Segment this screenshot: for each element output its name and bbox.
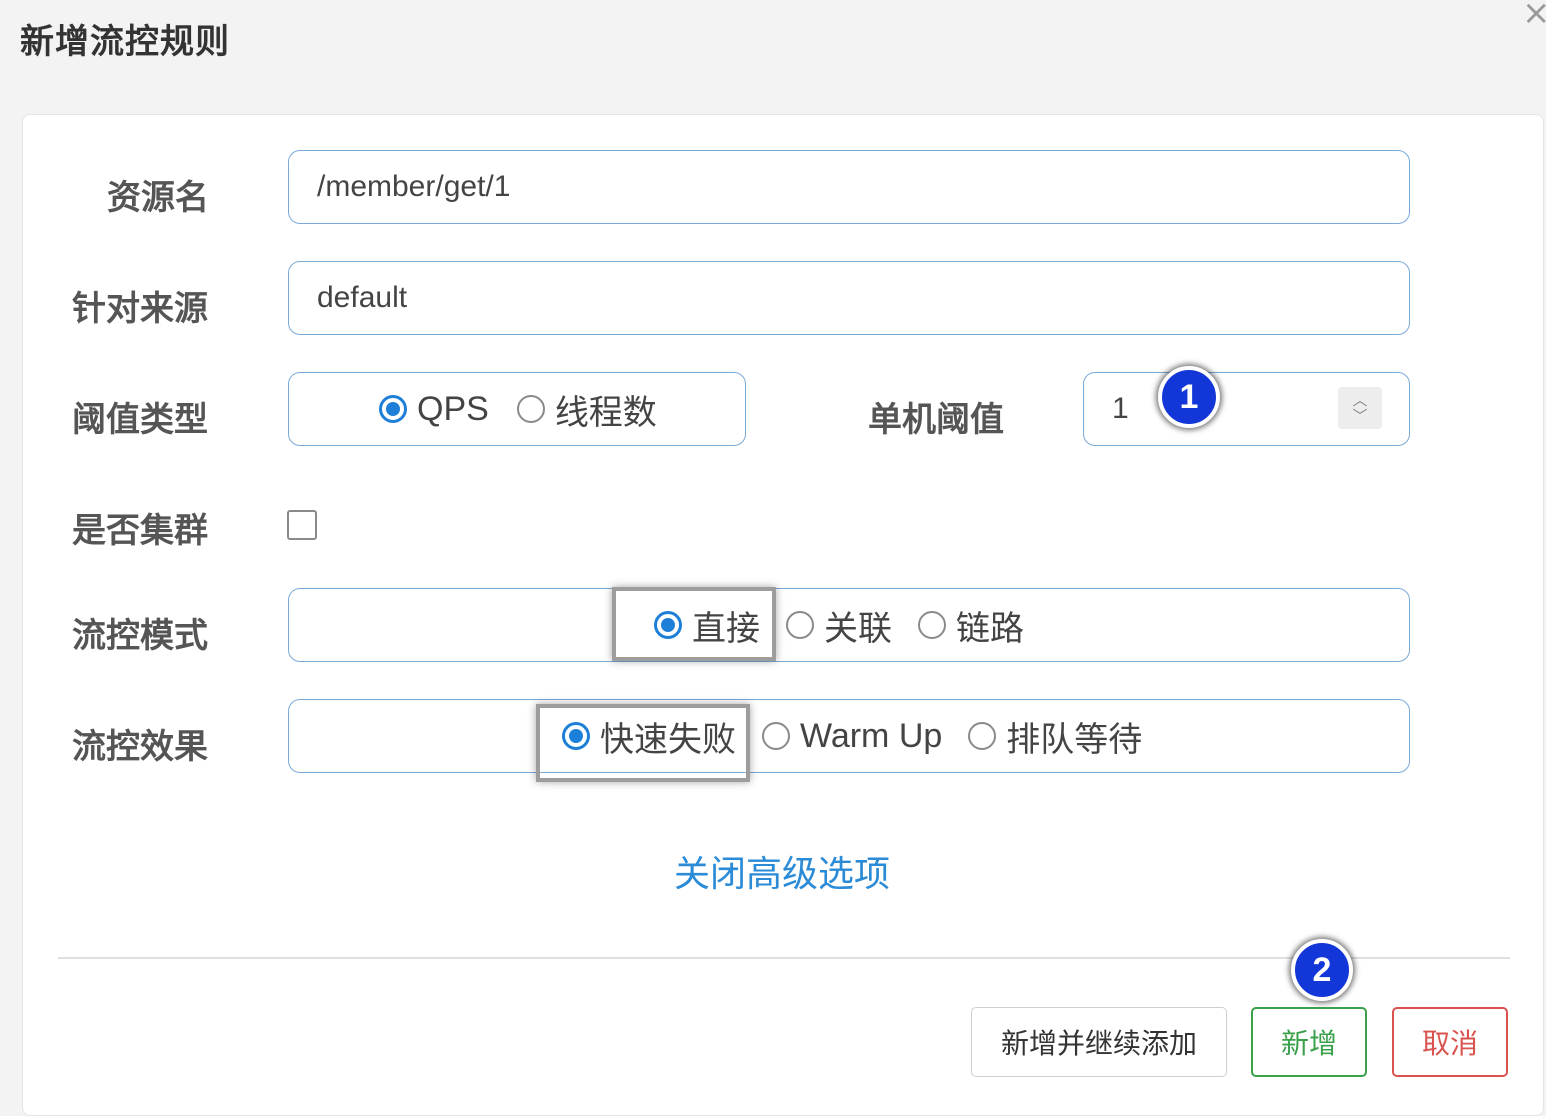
add-button[interactable]: 新增: [1251, 1007, 1367, 1077]
resource-input-value: /member/get/1: [317, 170, 511, 203]
radio-mode-direct-label: 直接: [692, 608, 760, 649]
threshold-type-label: 阈值类型: [72, 400, 208, 440]
radio-effect-queue-label: 排队等待: [1006, 719, 1143, 760]
radio-effect-warm-up-label: Warm Up: [800, 716, 943, 755]
radio-effect-queue-circle: [968, 722, 997, 750]
add-and-continue-button[interactable]: 新增并继续添加: [971, 1007, 1227, 1077]
radio-effect-fast-fail-circle: [562, 722, 590, 750]
resource-label: 资源名: [107, 178, 209, 218]
radio-thread-count[interactable]: 线程数: [516, 385, 657, 434]
origin-label: 针对来源: [72, 289, 208, 329]
radio-effect-warm-up[interactable]: Warm Up: [762, 717, 942, 756]
annotation-marker-1: 1: [1158, 366, 1220, 428]
radio-mode-relate[interactable]: 关联: [786, 601, 892, 650]
radio-qps-circle: [379, 395, 407, 423]
cluster-checkbox[interactable]: [287, 510, 317, 540]
mode-label: 流控模式: [72, 616, 208, 656]
effect-label: 流控效果: [72, 727, 208, 767]
radio-thread-count-circle: [516, 395, 545, 423]
cluster-label: 是否集群: [72, 511, 208, 551]
origin-input[interactable]: default: [288, 261, 1410, 335]
radio-qps[interactable]: QPS: [379, 390, 489, 429]
close-icon[interactable]: ×: [1522, 0, 1546, 30]
dialog-title: 新增流控规则: [20, 22, 230, 62]
toggle-advanced-link[interactable]: 关闭高级选项: [674, 845, 890, 897]
threshold-type-group: QPS 线程数: [288, 372, 746, 446]
threshold-label: 单机阈值: [868, 400, 1004, 440]
radio-mode-direct-circle: [654, 611, 682, 639]
radio-thread-count-label: 线程数: [554, 392, 657, 433]
radio-mode-chain[interactable]: 链路: [918, 601, 1024, 650]
radio-mode-chain-label: 链路: [956, 608, 1024, 649]
cancel-button[interactable]: 取消: [1392, 1007, 1508, 1077]
radio-effect-queue[interactable]: 排队等待: [968, 712, 1142, 761]
resource-input[interactable]: /member/get/1: [288, 150, 1410, 224]
radio-mode-relate-label: 关联: [824, 608, 892, 649]
radio-effect-fast-fail[interactable]: 快速失败: [562, 712, 736, 761]
radio-effect-fast-fail-label: 快速失败: [600, 719, 736, 760]
threshold-input[interactable]: 1 ︿ ﹀: [1083, 372, 1410, 446]
origin-input-value: default: [317, 281, 408, 314]
radio-mode-chain-circle: [918, 611, 946, 639]
radio-effect-warm-up-circle: [762, 722, 790, 750]
number-spinner-icon[interactable]: ︿ ﹀: [1338, 387, 1382, 429]
threshold-input-value: 1: [1112, 392, 1129, 425]
radio-mode-relate-circle: [786, 611, 814, 639]
radio-qps-label: QPS: [417, 389, 489, 428]
radio-mode-direct[interactable]: 直接: [654, 601, 760, 650]
annotation-marker-2: 2: [1291, 939, 1353, 1001]
